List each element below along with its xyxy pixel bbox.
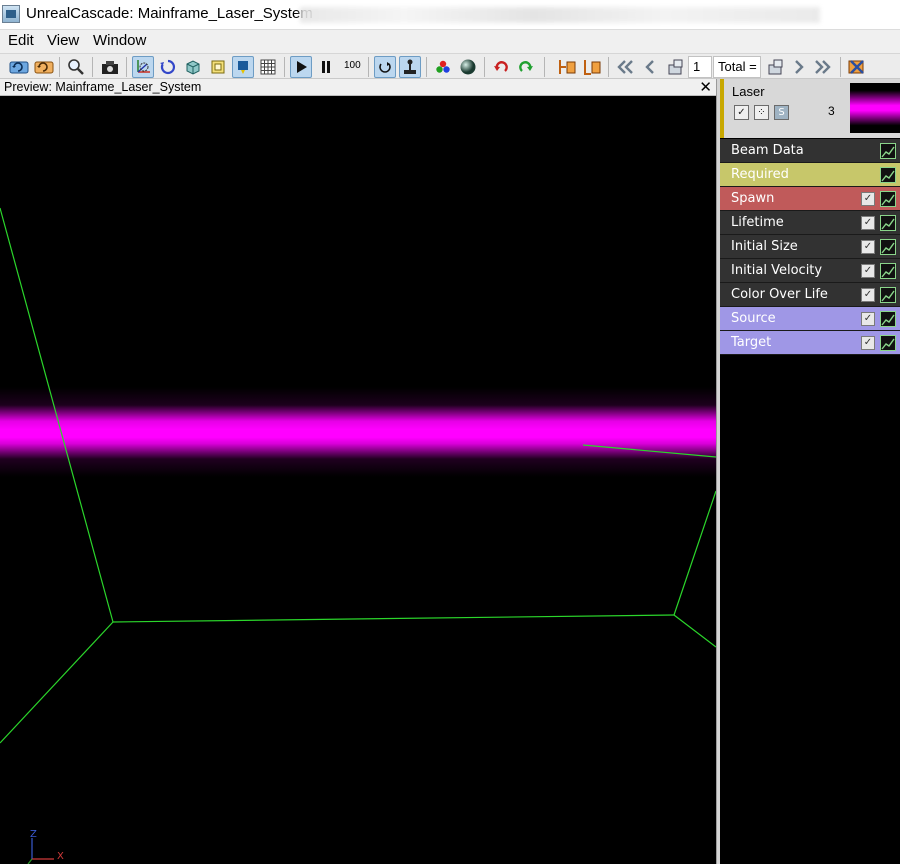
- title-bar: UnrealCascade: Mainframe_Laser_System: [0, 0, 900, 30]
- module-target[interactable]: Target ✓: [720, 331, 900, 355]
- emitter-name: Laser: [732, 84, 765, 99]
- module-label: Required: [731, 167, 789, 182]
- curve-editor-icon[interactable]: [880, 167, 896, 183]
- window-title: UnrealCascade: Mainframe_Laser_System: [26, 5, 313, 22]
- module-beam-data[interactable]: Beam Data: [720, 139, 900, 163]
- module-enable-checkbox[interactable]: ✓: [861, 336, 875, 350]
- undo-icon[interactable]: [490, 56, 512, 78]
- save-thumbnail-icon[interactable]: [99, 56, 121, 78]
- emitter-header[interactable]: Laser ✓ ⁘ S 3: [720, 79, 900, 138]
- curve-editor-icon[interactable]: [880, 215, 896, 231]
- curve-editor-icon[interactable]: [880, 263, 896, 279]
- lod-last-icon[interactable]: [812, 56, 834, 78]
- module-label: Source: [731, 311, 776, 326]
- axis-z-label: Z: [30, 829, 37, 840]
- lod-previous-icon[interactable]: [639, 56, 661, 78]
- menu-window[interactable]: Window: [93, 32, 146, 49]
- module-enable-checkbox[interactable]: ✓: [861, 312, 875, 326]
- add-lod-after-icon[interactable]: [764, 56, 786, 78]
- curve-editor-icon[interactable]: [880, 287, 896, 303]
- lod-first-icon[interactable]: [614, 56, 636, 78]
- loop-toggle-icon[interactable]: [374, 56, 396, 78]
- curve-editor-icon[interactable]: [880, 191, 896, 207]
- lod-next-icon[interactable]: [788, 56, 810, 78]
- toggle-orbit-icon[interactable]: [132, 56, 154, 78]
- app-icon: [2, 5, 20, 23]
- module-label: Target: [731, 335, 772, 350]
- emitter-solo-button[interactable]: S: [774, 105, 789, 120]
- preview-title: Preview: Mainframe_Laser_System: [4, 80, 202, 94]
- module-spawn[interactable]: Spawn ✓: [720, 187, 900, 211]
- toggle-grid-icon[interactable]: [232, 56, 254, 78]
- menu-view[interactable]: View: [47, 32, 79, 49]
- axis-x-label: X: [57, 851, 64, 862]
- floor-grid: [0, 207, 716, 744]
- toggle-postprocess-icon[interactable]: [207, 56, 229, 78]
- module-label: Initial Size: [731, 239, 798, 254]
- find-icon[interactable]: [65, 56, 87, 78]
- grid-icon[interactable]: [257, 56, 279, 78]
- emitter-particle-count: 3: [828, 104, 835, 118]
- add-lod-before-icon[interactable]: [664, 56, 686, 78]
- pause-button[interactable]: [315, 56, 337, 78]
- redo-icon[interactable]: [515, 56, 537, 78]
- delete-lod-icon[interactable]: [846, 56, 868, 78]
- emitter-enable-checkbox[interactable]: ✓: [734, 105, 749, 120]
- module-enable-checkbox[interactable]: ✓: [861, 192, 875, 206]
- preview-header: Preview: Mainframe_Laser_System ✕: [0, 78, 716, 96]
- module-enable-checkbox[interactable]: ✓: [861, 216, 875, 230]
- module-label: Spawn: [731, 191, 775, 206]
- lod-total-field: Total =: [713, 56, 761, 78]
- blurred-title-region: [300, 7, 820, 23]
- play-button[interactable]: [290, 56, 312, 78]
- module-initial-velocity[interactable]: Initial Velocity ✓: [720, 259, 900, 283]
- module-lifetime[interactable]: Lifetime ✓: [720, 211, 900, 235]
- toolbar: 100 1 Total =: [0, 53, 900, 79]
- emitter-panel: Laser ✓ ⁘ S 3 Beam Data Required Spawn ✓…: [720, 79, 900, 864]
- curve-editor-icon[interactable]: [880, 335, 896, 351]
- lod-current-field[interactable]: 1: [688, 56, 712, 78]
- regen-lod-lowest-icon[interactable]: [581, 56, 603, 78]
- module-enable-checkbox[interactable]: ✓: [861, 288, 875, 302]
- curve-editor-icon[interactable]: [880, 311, 896, 327]
- module-enable-checkbox[interactable]: ✓: [861, 240, 875, 254]
- module-label: Initial Velocity: [731, 263, 823, 278]
- module-label: Beam Data: [731, 143, 804, 158]
- material-sphere-icon[interactable]: [457, 56, 479, 78]
- emitter-render-mode-icon[interactable]: ⁘: [754, 105, 769, 120]
- module-source[interactable]: Source ✓: [720, 307, 900, 331]
- module-required[interactable]: Required: [720, 163, 900, 187]
- preview-viewport[interactable]: Z X: [0, 96, 716, 864]
- background-color-icon[interactable]: [432, 56, 454, 78]
- emitter-thumbnail: [850, 83, 900, 133]
- curve-editor-icon[interactable]: [880, 143, 896, 159]
- restart-level-icon[interactable]: [33, 56, 55, 78]
- curve-editor-icon[interactable]: [880, 239, 896, 255]
- toggle-wireframe-sphere-icon[interactable]: [157, 56, 179, 78]
- menu-edit[interactable]: Edit: [8, 32, 34, 49]
- realtime-toggle-icon[interactable]: [399, 56, 421, 78]
- close-preview-icon[interactable]: ✕: [699, 78, 712, 96]
- restart-sim-icon[interactable]: [8, 56, 30, 78]
- module-color-over-life[interactable]: Color Over Life ✓: [720, 283, 900, 307]
- module-initial-size[interactable]: Initial Size ✓: [720, 235, 900, 259]
- module-label: Lifetime: [731, 215, 784, 230]
- toggle-bounds-icon[interactable]: [182, 56, 204, 78]
- regen-lod-highest-icon[interactable]: [556, 56, 578, 78]
- module-label: Color Over Life: [731, 287, 828, 302]
- sim-speed-label[interactable]: 100: [344, 60, 361, 71]
- module-enable-checkbox[interactable]: ✓: [861, 264, 875, 278]
- menu-bar: Edit View Window: [0, 30, 900, 52]
